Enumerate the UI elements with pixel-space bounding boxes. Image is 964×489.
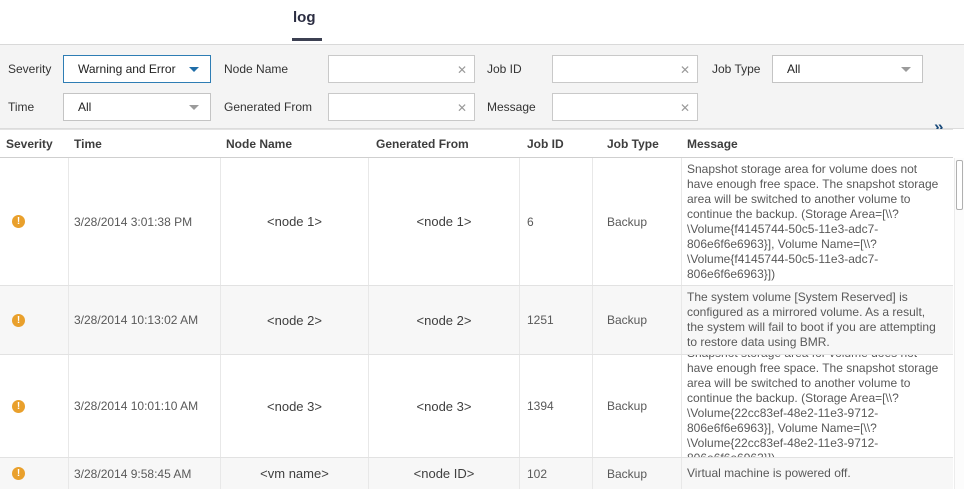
clear-icon[interactable]: ✕	[457, 62, 467, 78]
severity-cell: !	[0, 355, 69, 457]
generated-from-filter-label: Generated From	[224, 93, 312, 121]
job-type-cell: Backup	[593, 286, 682, 354]
warning-icon: !	[12, 467, 25, 480]
generated-from-cell: <node 3>	[369, 355, 520, 457]
node-name-input[interactable]	[329, 56, 474, 82]
time-cell: 3/28/2014 9:58:45 AM	[69, 458, 221, 489]
tab-bar: log	[0, 0, 964, 45]
severity-filter-value: Warning and Error	[78, 62, 176, 76]
clear-icon[interactable]: ✕	[680, 100, 690, 116]
tab-log[interactable]: log	[293, 9, 316, 26]
tab-active-underline	[292, 38, 322, 41]
job-id-input[interactable]	[553, 56, 697, 82]
severity-cell: !	[0, 286, 69, 354]
table-row[interactable]: ! 3/28/2014 9:58:45 AM<vm name><node ID>1…	[0, 458, 953, 489]
time-cell: 3/28/2014 3:01:38 PM	[69, 158, 221, 285]
message-filter-field: ✕	[552, 93, 698, 121]
generated-from-input[interactable]	[329, 94, 474, 120]
severity-filter-select[interactable]: Warning and Error	[63, 55, 211, 83]
job-type-cell: Backup	[593, 458, 682, 489]
generated-from-cell: <node ID>	[369, 458, 520, 489]
job-id-cell: 6	[520, 158, 593, 285]
generated-from-cell: <node 1>	[369, 158, 520, 285]
column-header-node-name[interactable]: Node Name	[221, 137, 369, 151]
job-id-cell: 1251	[520, 286, 593, 354]
node-name-filter-field: ✕	[328, 55, 475, 83]
generated-from-filter-field: ✕	[328, 93, 475, 121]
column-header-job-id[interactable]: Job ID	[520, 137, 593, 151]
time-cell: 3/28/2014 10:13:02 AM	[69, 286, 221, 354]
message-cell: The system volume [System Reserved] is c…	[682, 286, 953, 354]
chevron-down-icon	[189, 67, 199, 72]
time-filter-select[interactable]: All	[63, 93, 211, 121]
table-row[interactable]: !3/28/2014 10:13:02 AM<node 2><node 2>12…	[0, 286, 953, 355]
warning-icon: !	[12, 314, 25, 327]
message-input[interactable]	[553, 94, 697, 120]
node-name-filter-label: Node Name	[224, 55, 288, 83]
chevron-down-icon	[901, 67, 911, 72]
clear-icon[interactable]: ✕	[680, 62, 690, 78]
job-type-cell: Backup	[593, 158, 682, 285]
severity-cell: !	[0, 158, 69, 285]
node-name-cell: <vm name>	[221, 458, 369, 489]
column-header-severity[interactable]: Severity	[0, 137, 69, 151]
table-header: Severity Time Node Name Generated From J…	[0, 129, 953, 158]
warning-icon: !	[12, 400, 25, 413]
severity-cell: !	[0, 458, 69, 489]
generated-from-cell: <node 2>	[369, 286, 520, 354]
column-header-generated-from[interactable]: Generated From	[369, 137, 520, 151]
vertical-scrollbar-thumb[interactable]	[956, 160, 963, 210]
column-header-job-type[interactable]: Job Type	[593, 137, 682, 151]
job-type-filter-label: Job Type	[712, 55, 760, 83]
node-name-cell: <node 1>	[221, 158, 369, 285]
clear-icon[interactable]: ✕	[457, 100, 467, 116]
message-cell: Snapshot storage area for volume does no…	[682, 355, 953, 457]
time-filter-value: All	[78, 100, 91, 114]
job-id-cell: 102	[520, 458, 593, 489]
time-filter-label: Time	[8, 93, 34, 121]
filter-panel: Severity Warning and Error Node Name ✕ J…	[0, 45, 964, 129]
job-type-filter-select[interactable]: All	[772, 55, 923, 83]
message-cell: Snapshot storage area for volume does no…	[682, 158, 953, 285]
job-id-cell: 1394	[520, 355, 593, 457]
warning-icon: !	[12, 215, 25, 228]
table-row[interactable]: !3/28/2014 3:01:38 PM<node 1><node 1>6Ba…	[0, 158, 953, 286]
column-header-message[interactable]: Message	[682, 137, 953, 151]
job-id-filter-field: ✕	[552, 55, 698, 83]
table-body: !3/28/2014 3:01:38 PM<node 1><node 1>6Ba…	[0, 158, 953, 489]
column-header-time[interactable]: Time	[69, 137, 221, 151]
log-table: Severity Time Node Name Generated From J…	[0, 129, 953, 489]
severity-filter-label: Severity	[8, 55, 51, 83]
job-id-filter-label: Job ID	[487, 55, 522, 83]
job-type-filter-value: All	[787, 62, 800, 76]
chevron-down-icon	[189, 105, 199, 110]
node-name-cell: <node 2>	[221, 286, 369, 354]
message-cell: Virtual machine is powered off.	[682, 458, 953, 489]
table-row[interactable]: !3/28/2014 10:01:10 AM<node 3><node 3>13…	[0, 355, 953, 458]
message-filter-label: Message	[487, 93, 536, 121]
time-cell: 3/28/2014 10:01:10 AM	[69, 355, 221, 457]
job-type-cell: Backup	[593, 355, 682, 457]
node-name-cell: <node 3>	[221, 355, 369, 457]
